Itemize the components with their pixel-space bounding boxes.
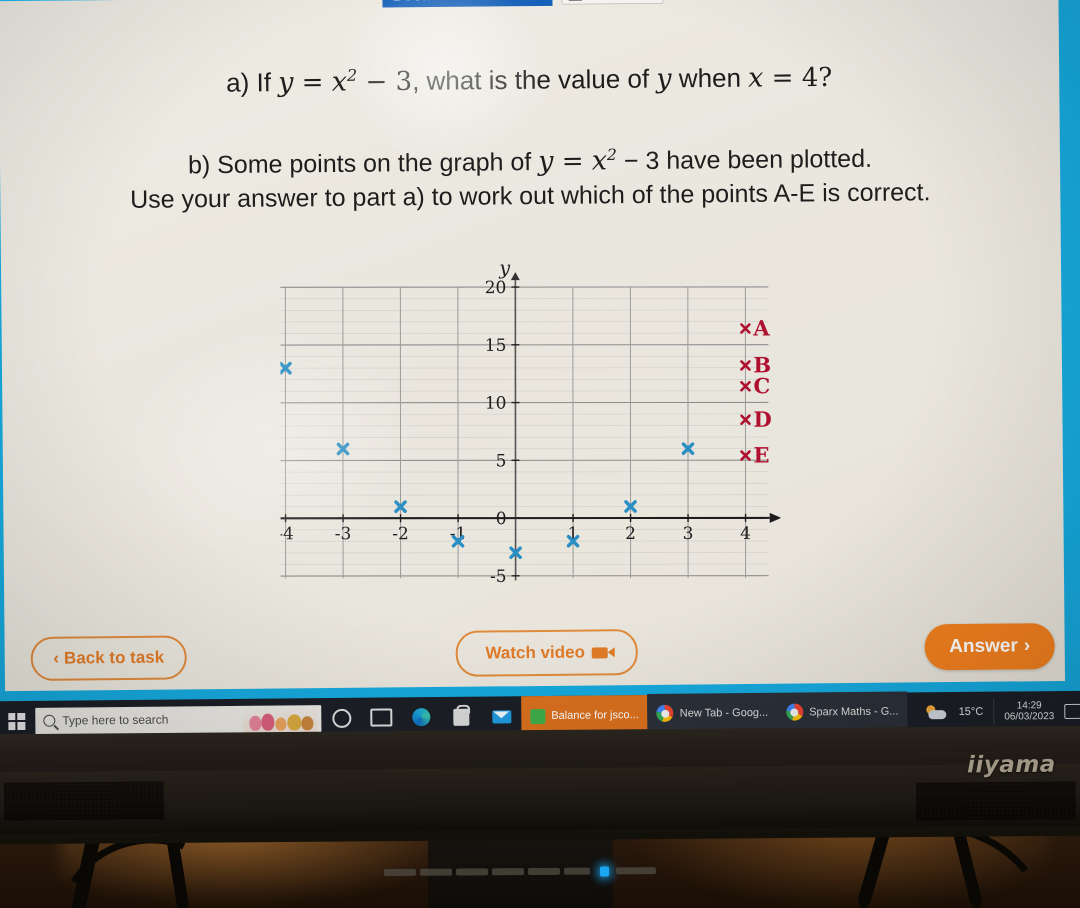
speaker-vent-right <box>915 781 1077 821</box>
svg-text:C: C <box>753 373 770 398</box>
taskbar-item-label: Balance for jsco... <box>551 709 639 722</box>
part-a-equals: = <box>293 67 332 99</box>
svg-text:-3: -3 <box>335 524 352 544</box>
mail-icon <box>491 709 511 723</box>
search-icon <box>43 714 56 727</box>
divider <box>993 698 995 725</box>
calculator-not-allowed-badge: ✖ not allowed <box>561 0 664 5</box>
watch-video-button[interactable]: Watch video <box>455 629 638 677</box>
clock-date: 06/03/2023 <box>1004 711 1055 723</box>
chrome-icon <box>786 703 804 721</box>
part-a-exponent: 2 <box>346 65 358 85</box>
back-to-task-label: Back to task <box>63 647 165 668</box>
svg-text:-5: -5 <box>490 567 507 584</box>
question-part-b-line2: Use your answer to part a) to work out w… <box>130 178 931 214</box>
clock[interactable]: 14:29 06/03/2023 <box>1004 700 1054 723</box>
decorative-flowers-icon <box>243 705 318 733</box>
page-header: Bookwork code: F32 ✖ not allowed <box>0 0 1080 19</box>
task-view-icon <box>370 708 393 727</box>
question-part-a: a) If y = x2 − 3, what is the value of y… <box>0 59 1059 101</box>
video-camera-icon <box>591 646 609 659</box>
action-bar: ‹ Back to task Watch video Answer › <box>12 617 1073 691</box>
clock-time: 14:29 <box>1016 699 1042 711</box>
part-a-x: x <box>331 66 348 98</box>
svg-text:5: 5 <box>496 451 507 471</box>
microsoft-store-icon <box>453 708 470 726</box>
part-a-minus-three: − 3 <box>357 66 413 98</box>
svg-text:D: D <box>753 407 771 432</box>
question-page: Bookwork code: F32 ✖ not allowed a) If y… <box>0 0 1066 692</box>
part-b-suffix: − 3 have been plotted. <box>616 144 873 176</box>
part-b-x: x <box>591 145 608 177</box>
svg-text:15: 15 <box>485 336 507 356</box>
svg-text:-4: -4 <box>280 524 294 544</box>
edge-browser-icon <box>412 708 431 727</box>
system-tray: 15°C 14:29 06/03/2023 <box>926 698 1080 726</box>
svg-text:10: 10 <box>485 394 507 414</box>
svg-text:-2: -2 <box>392 524 409 544</box>
taskbar-item-label: Sparx Maths - G... <box>809 705 899 718</box>
svg-text:y: y <box>498 257 510 279</box>
monitor-brand-logo: iiyama <box>967 751 1057 779</box>
part-b-equals: = <box>553 146 592 177</box>
windows-logo-icon <box>7 712 25 730</box>
part-b-y: y <box>538 145 554 178</box>
taskbar-item-label: New Tab - Goog... <box>679 706 769 720</box>
chevron-right-icon: › <box>1023 635 1031 657</box>
part-b-exponent: 2 <box>606 145 617 165</box>
part-a-equals-four: = 4? <box>763 62 833 94</box>
part-a-mid-text: , what is the value of <box>411 63 657 96</box>
monitor-screen: Bookwork code: F32 ✖ not allowed a) If y… <box>0 0 1080 740</box>
search-placeholder: Type here to search <box>62 712 169 728</box>
photo-of-monitor-scene: Bookwork code: F32 ✖ not allowed a) If y… <box>0 0 1080 908</box>
speaker-vent-left <box>3 781 165 821</box>
part-b-prefix: b) Some points on the graph of <box>187 148 539 180</box>
power-led-icon <box>599 866 610 877</box>
svg-text:E: E <box>753 443 769 468</box>
search-input[interactable]: Type here to search <box>35 704 322 735</box>
watch-video-label: Watch video <box>485 642 586 663</box>
answer-label: Answer <box>949 635 1018 658</box>
coordinate-graph: xy-4-3-2-11234-505101520ABCDE <box>280 254 781 584</box>
svg-text:3: 3 <box>683 524 694 544</box>
bookwork-code-badge: Bookwork code: F32 <box>382 0 553 8</box>
notifications-icon[interactable] <box>1064 703 1080 719</box>
chrome-icon <box>656 704 674 722</box>
answer-button[interactable]: Answer › <box>924 623 1055 671</box>
graph-svg: xy-4-3-2-11234-505101520ABCDE <box>280 257 781 584</box>
part-a-prefix: a) If <box>226 67 279 98</box>
part-a-when-text: when <box>671 62 749 94</box>
weather-temperature[interactable]: 15°C <box>959 706 984 718</box>
back-to-task-button[interactable]: ‹ Back to task <box>30 635 187 681</box>
chevron-left-icon: ‹ <box>53 648 60 668</box>
svg-text:A: A <box>752 315 770 340</box>
svg-text:0: 0 <box>496 509 507 529</box>
cortana-icon <box>331 708 351 728</box>
part-a-y2: y <box>656 63 672 95</box>
question-part-b-line1: b) Some points on the graph of y = x2 − … <box>0 141 1060 182</box>
svg-text:2: 2 <box>625 524 636 544</box>
svg-text:20: 20 <box>485 278 507 298</box>
weather-cloud-icon[interactable] <box>926 705 949 720</box>
balance-icon <box>530 708 546 724</box>
part-a-y: y <box>278 67 294 99</box>
part-a-x2: x <box>748 62 764 94</box>
svg-text:4: 4 <box>740 524 751 544</box>
